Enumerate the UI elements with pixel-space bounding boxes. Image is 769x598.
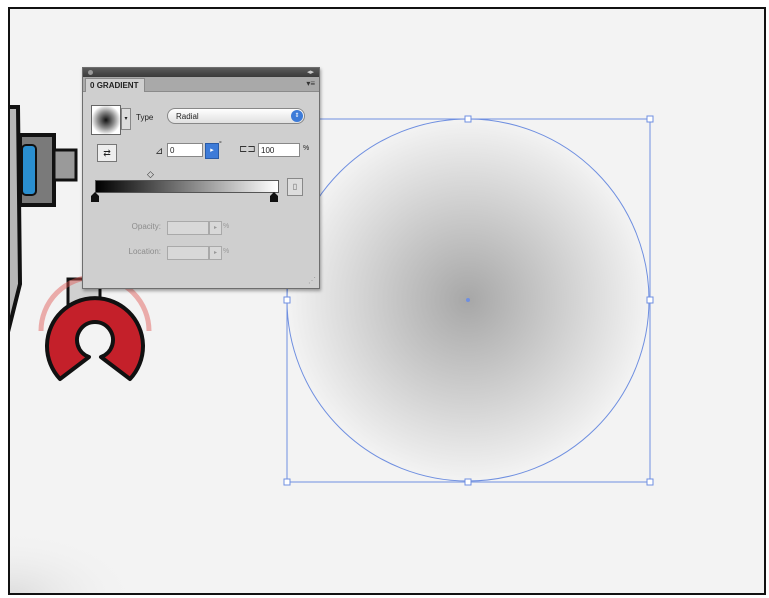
- type-select[interactable]: Radial ⇕: [167, 108, 305, 124]
- location-label: Location:: [128, 247, 161, 256]
- degree-symbol: °: [219, 141, 222, 148]
- gradient-stop-right[interactable]: [270, 192, 278, 202]
- tab-marker: 0: [90, 81, 95, 90]
- canvas-frame: ◂▸ 0 GRADIENT ▾≡ ▾ Type Radial ⇕ ⇄ ⊿ 0 ▸…: [8, 7, 766, 595]
- gradient-stop-left[interactable]: [91, 192, 99, 202]
- angle-input[interactable]: 0: [167, 143, 203, 157]
- opacity-label: Opacity:: [131, 222, 161, 231]
- robot-connector: [52, 148, 78, 182]
- opacity-unit: %: [223, 223, 230, 230]
- handle-bottom-left[interactable]: [283, 478, 291, 486]
- center-point[interactable]: [466, 298, 470, 302]
- handle-middle-left[interactable]: [283, 296, 291, 304]
- handle-top-right[interactable]: [646, 115, 654, 123]
- aspect-ratio-input[interactable]: 100: [258, 143, 300, 157]
- gradient-panel: ◂▸ 0 GRADIENT ▾≡ ▾ Type Radial ⇕ ⇄ ⊿ 0 ▸…: [82, 67, 320, 289]
- angle-icon: ⊿: [155, 146, 164, 157]
- type-label: Type: [136, 113, 154, 122]
- select-stepper-icon: ⇕: [291, 110, 303, 122]
- panel-titlebar[interactable]: ◂▸: [83, 68, 319, 77]
- gradient-slider-bar[interactable]: [95, 180, 279, 193]
- type-select-value: Radial: [176, 112, 199, 121]
- aspect-ratio-value: 100: [261, 146, 275, 155]
- handle-bottom-right[interactable]: [646, 478, 654, 486]
- gradient-swatch-preview[interactable]: [91, 105, 121, 135]
- robot-light: [21, 144, 37, 196]
- handle-bottom-middle[interactable]: [464, 478, 472, 486]
- corner-shadow: [10, 529, 140, 593]
- close-icon[interactable]: [88, 70, 93, 75]
- location-input[interactable]: [167, 246, 209, 260]
- aspect-ratio-unit: %: [303, 145, 310, 152]
- location-dropdown-button[interactable]: ▸: [209, 246, 222, 260]
- aspect-ratio-icon: ⊏⊐: [239, 144, 256, 155]
- resize-grip-icon[interactable]: ⋰: [308, 276, 316, 285]
- swatch-dropdown-icon[interactable]: ▾: [121, 108, 131, 130]
- gradient-midpoint-diamond-icon[interactable]: ◇: [147, 169, 154, 180]
- opacity-input[interactable]: [167, 221, 209, 235]
- tab-gradient[interactable]: 0 GRADIENT: [85, 78, 146, 92]
- location-unit: %: [223, 248, 230, 255]
- panel-menu-icon[interactable]: ▾≡: [306, 77, 315, 90]
- reverse-gradient-button[interactable]: ⇄: [97, 144, 117, 162]
- handle-top-middle[interactable]: [464, 115, 472, 123]
- handle-middle-right[interactable]: [646, 296, 654, 304]
- angle-dropdown-button[interactable]: ▸: [205, 143, 219, 159]
- tab-gradient-label: GRADIENT: [96, 81, 139, 90]
- opacity-dropdown-button[interactable]: ▸: [209, 221, 222, 235]
- robot-claw: [45, 296, 145, 381]
- collapse-icon[interactable]: ◂▸: [307, 68, 314, 77]
- panel-tab-row: 0 GRADIENT ▾≡: [83, 77, 319, 92]
- angle-value: 0: [170, 146, 175, 155]
- delete-stop-icon[interactable]: ▯: [287, 178, 303, 196]
